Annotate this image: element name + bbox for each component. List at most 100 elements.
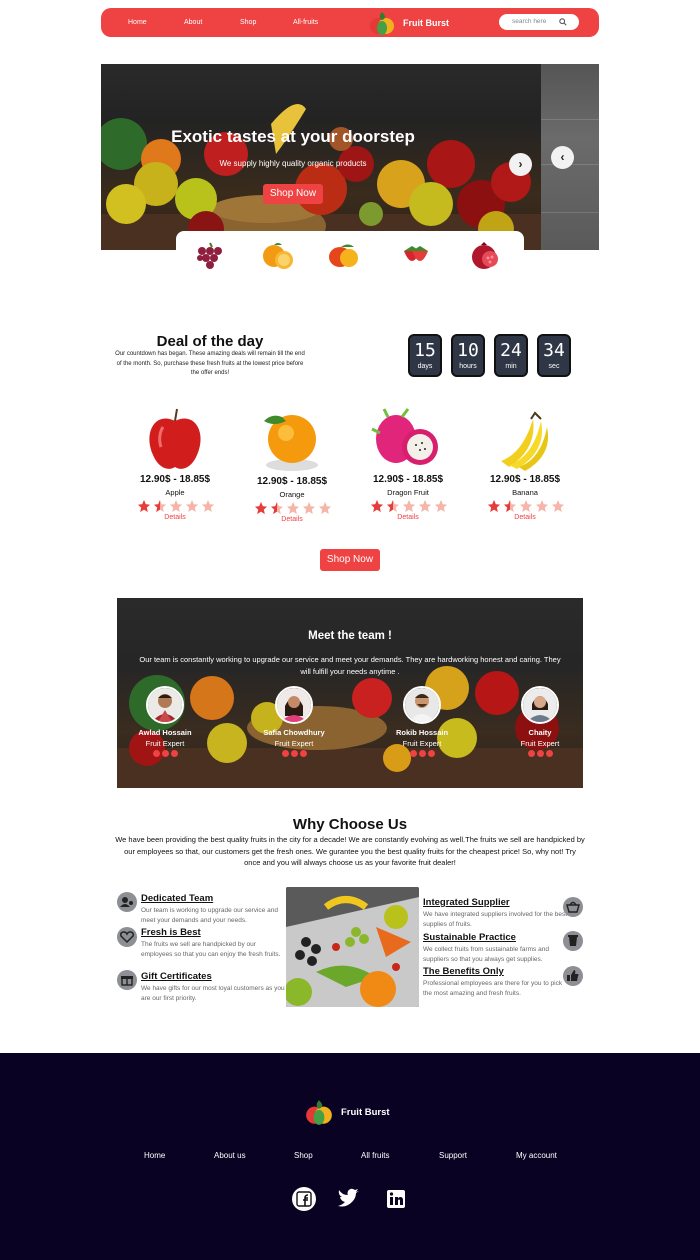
instagram-icon[interactable]	[418, 750, 426, 757]
next-slide-button[interactable]: ›	[509, 153, 532, 176]
product-name: Dragon Fruit	[387, 488, 429, 497]
twitter-icon[interactable]	[545, 750, 553, 757]
instagram-icon[interactable]	[161, 750, 169, 757]
footer-home-link[interactable]: Home	[144, 1151, 165, 1160]
star-icon	[419, 500, 431, 512]
countdown-days-label: days	[417, 363, 433, 370]
orange-icon[interactable]	[260, 241, 296, 271]
hero-subtitle: We supply highly quality organic product…	[219, 159, 367, 168]
footer: Fruit Burst Home About us Shop All fruit…	[0, 1053, 700, 1260]
deal-shop-now-button[interactable]: Shop Now	[320, 549, 380, 571]
linkedin-icon[interactable]	[383, 1186, 409, 1212]
facebook-icon[interactable]	[152, 750, 160, 757]
star-icon	[138, 500, 150, 512]
feature-title: Dedicated Team	[141, 893, 214, 904]
member-name: Awlad Hossain	[138, 728, 192, 737]
feature-benefits-only: The Benefits Only Professional employees…	[423, 966, 568, 998]
fruit-logo-icon	[370, 11, 394, 35]
instagram-icon[interactable]	[536, 750, 544, 757]
mango-icon[interactable]	[326, 241, 362, 271]
countdown-hours-label: hours	[459, 363, 477, 370]
feature-integrated-supplier: Integrated Supplier We have integrated s…	[423, 897, 568, 929]
member-role: Fruit Expert	[145, 739, 185, 748]
nav-about-link[interactable]: About	[184, 8, 202, 37]
star-icon	[255, 502, 267, 514]
rating-stars	[475, 499, 575, 513]
product-card-orange[interactable]: 12.90$ - 18.85$ Orange Details	[242, 407, 342, 523]
why-description: We have been providing the best quality …	[115, 835, 585, 867]
product-card-dragon-fruit[interactable]: 12.90$ - 18.85$ Dragon Fruit Details	[358, 405, 458, 521]
feature-text: Our team is working to upgrade our servi…	[141, 907, 278, 924]
twitter-icon[interactable]	[170, 750, 178, 757]
star-icon	[303, 502, 315, 514]
pomegranate-icon[interactable]	[468, 241, 504, 271]
instagram-icon[interactable]	[290, 750, 298, 757]
fruit-category-strip	[176, 231, 524, 281]
star-icon	[287, 502, 299, 514]
twitter-icon[interactable]	[336, 1186, 362, 1212]
product-card-banana[interactable]: 12.90$ - 18.85$ Banana Details	[475, 405, 575, 521]
product-card-apple[interactable]: 12.90$ - 18.85$ Apple Details	[125, 405, 225, 521]
nav-all-fruits-link[interactable]: All-fruits	[293, 8, 318, 37]
feature-text: We have gifts for our most loyal custome…	[141, 985, 285, 1002]
feature-sustainable-practice: Sustainable Practice We collect fruits f…	[423, 932, 568, 964]
hero-shop-now-button[interactable]: Shop Now	[263, 184, 323, 204]
cup-icon	[563, 931, 583, 951]
product-details-link[interactable]: Details	[358, 514, 458, 521]
nav-home-link[interactable]: Home	[128, 8, 147, 37]
star-icon	[435, 500, 447, 512]
footer-shop-link[interactable]: Shop	[294, 1151, 313, 1160]
avatar	[521, 686, 559, 724]
search-input[interactable]: search here	[499, 14, 579, 30]
facebook-icon[interactable]	[527, 750, 535, 757]
team-member-card: Rokib Hossain Fruit Expert	[382, 686, 462, 757]
orange-image	[242, 407, 342, 475]
feature-title: The Benefits Only	[423, 966, 504, 977]
footer-brand[interactable]: Fruit Burst	[305, 1097, 390, 1127]
footer-account-link[interactable]: My account	[516, 1151, 557, 1160]
search-icon[interactable]	[559, 18, 567, 26]
footer-support-link[interactable]: Support	[439, 1151, 467, 1160]
team-member-card: Chaity Fruit Expert	[500, 686, 580, 757]
search-placeholder: search here	[512, 18, 547, 25]
prev-slide-button[interactable]: ‹	[551, 146, 574, 169]
feature-text: Professional employees are there for you…	[423, 980, 563, 997]
gift-icon	[117, 970, 137, 990]
brand[interactable]: Fruit Burst	[369, 8, 449, 37]
star-icon	[520, 500, 532, 512]
team-member-card: Awlad Hossain Fruit Expert	[125, 686, 205, 757]
star-icon	[154, 500, 166, 512]
footer-all-fruits-link[interactable]: All fruits	[361, 1151, 389, 1160]
product-name: Orange	[279, 490, 305, 499]
brand-name: Fruit Burst	[403, 17, 449, 28]
facebook-icon[interactable]	[409, 750, 417, 757]
feature-title: Fresh is Best	[141, 927, 201, 938]
hero-next-slide-preview: ‹	[541, 64, 599, 250]
nav-shop-link[interactable]: Shop	[240, 8, 256, 37]
product-details-link[interactable]: Details	[242, 516, 342, 523]
member-social-links	[500, 750, 580, 757]
product-details-link[interactable]: Details	[125, 514, 225, 521]
member-social-links	[382, 750, 462, 757]
strawberry-icon[interactable]	[398, 241, 434, 271]
feature-text: We have integrated suppliers involved fo…	[423, 911, 568, 928]
facebook-icon[interactable]	[281, 750, 289, 757]
star-icon	[536, 500, 548, 512]
twitter-icon[interactable]	[299, 750, 307, 757]
grapes-icon[interactable]	[192, 241, 228, 271]
star-icon	[371, 500, 383, 512]
countdown-min-value: 24	[500, 340, 522, 361]
twitter-icon[interactable]	[427, 750, 435, 757]
product-price: 12.90$ - 18.85$	[372, 474, 444, 485]
footer-about-link[interactable]: About us	[214, 1151, 246, 1160]
team-description: Our team is constantly working to upgrad…	[139, 655, 561, 676]
rating-stars	[358, 499, 458, 513]
member-name: Rokib Hossain	[395, 728, 449, 737]
countdown-min: 24 min	[494, 334, 528, 377]
facebook-icon[interactable]	[291, 1186, 317, 1212]
product-name: Banana	[512, 488, 538, 497]
countdown-sec-label: sec	[548, 363, 560, 370]
banana-image	[475, 405, 575, 473]
product-details-link[interactable]: Details	[475, 514, 575, 521]
rating-stars	[125, 499, 225, 513]
